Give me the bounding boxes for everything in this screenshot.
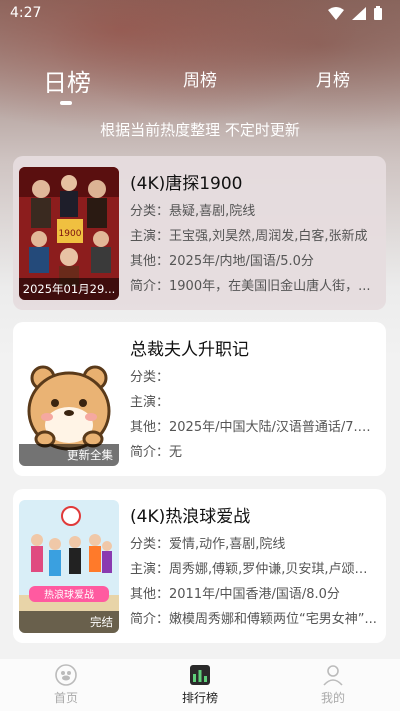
status-icons xyxy=(328,6,382,20)
status-time: 4:27 xyxy=(10,5,42,21)
card-intro: 简介：1900年，在美国旧金山唐人街，... xyxy=(130,279,371,294)
poster-image: 热浪球爱战 完结 xyxy=(19,500,119,633)
card-category: 分类： xyxy=(130,370,170,385)
profile-icon xyxy=(323,665,343,686)
card-other: 其他：2025年/中国大陆/汉语普通话/7.0... xyxy=(130,420,378,435)
card-cast: 主演：王宝强,刘昊然,周润发,白客,张新成 xyxy=(130,229,368,244)
tab-active-indicator xyxy=(60,101,72,105)
poster-status-caption: 完结 xyxy=(19,611,119,633)
ranking-card-2[interactable]: 更新全集 总裁夫人升职记 分类： 主演： 其他：2025年/中国大陆/汉语普通话… xyxy=(13,322,386,476)
battery-icon xyxy=(374,6,382,20)
bottom-navigation: 首页 排行榜 我的 xyxy=(0,659,400,711)
card-cast: 主演： xyxy=(130,395,170,410)
ranking-icon xyxy=(190,665,210,685)
wifi-icon xyxy=(328,6,344,20)
card-cast: 主演：周秀娜,傅颖,罗仲谦,贝安琪,卢颂之,... xyxy=(130,562,378,577)
card-title: (4K)唐探1900 xyxy=(130,174,243,194)
ranking-subtitle: 根据当前热度整理 不定时更新 xyxy=(100,121,300,139)
card-title: (4K)热浪球爱战 xyxy=(130,507,251,527)
status-bar: 4:27 xyxy=(0,0,400,28)
card-category: 分类：爱情,动作,喜剧,院线 xyxy=(130,537,286,552)
ranking-card-3[interactable]: 热浪球爱战 完结 (4K)热浪球爱战 分类：爱情,动作,喜剧,院线 主演：周秀娜… xyxy=(13,489,386,643)
home-icon xyxy=(55,664,77,686)
card-intro: 简介：无 xyxy=(130,445,183,460)
poster-status-caption: 更新全集 xyxy=(19,444,119,466)
tab-daily[interactable]: 日榜 xyxy=(40,63,94,98)
card-category: 分类：悬疑,喜剧,院线 xyxy=(130,204,256,219)
nav-profile-label: 我的 xyxy=(320,691,345,705)
tab-weekly-label: 周榜 xyxy=(183,71,217,91)
tab-monthly[interactable]: 月榜 xyxy=(305,66,361,91)
poster-image: 更新全集 xyxy=(19,333,119,466)
card-other: 其他：2011年/中国香港/国语/8.0分 xyxy=(130,587,340,602)
poster-date-caption: 2025年01月29... xyxy=(19,278,119,300)
nav-home[interactable]: 首页 xyxy=(26,663,106,706)
ranking-tabs: 日榜 周榜 月榜 xyxy=(0,66,400,106)
nav-ranking-label: 排行榜 xyxy=(181,691,218,705)
svg-text:1900: 1900 xyxy=(59,229,82,239)
poster-image: 1900 2025年01月29... xyxy=(19,167,119,300)
card-intro: 简介：嫩模周秀娜和傅颖两位“宅男女神”... xyxy=(130,612,377,627)
signal-icon xyxy=(352,6,366,20)
nav-home-label: 首页 xyxy=(53,691,78,705)
nav-profile[interactable]: 我的 xyxy=(293,663,373,706)
tab-weekly[interactable]: 周榜 xyxy=(172,66,228,91)
nav-ranking[interactable]: 排行榜 xyxy=(160,663,240,706)
tab-daily-label: 日榜 xyxy=(43,69,91,97)
ranking-card-1[interactable]: 1900 2025年01月29... (4K)唐探1900 分类：悬疑,喜剧,院… xyxy=(13,156,386,310)
svg-text:热浪球爱战: 热浪球爱战 xyxy=(44,588,94,601)
tab-monthly-label: 月榜 xyxy=(316,71,350,91)
card-other: 其他：2025年/内地/国语/5.0分 xyxy=(130,254,314,269)
card-title: 总裁夫人升职记 xyxy=(130,340,249,360)
